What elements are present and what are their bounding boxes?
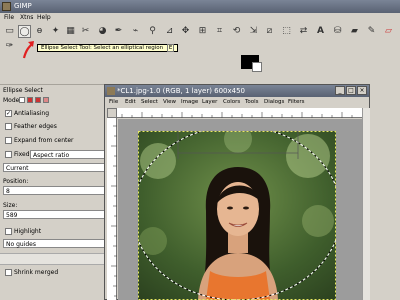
shrink-merged-label: Shrink merged [14,269,59,276]
size-input[interactable]: 589 [3,210,105,219]
free-select-icon[interactable]: ɵ [33,25,46,38]
shrink-merged-checkbox[interactable] [5,269,12,276]
toolbox-titlebar: GIMP [0,0,400,13]
image-window-icon [107,87,115,95]
menu-file[interactable]: File [4,14,14,21]
mode-subtract-icon[interactable] [35,97,41,103]
color-picker-icon[interactable]: ⌁ [129,25,142,38]
mode-replace-icon[interactable] [19,97,25,103]
minimize-button[interactable]: _ [335,86,345,95]
image-menu-layer[interactable]: Layer [202,99,217,105]
foreground-select-icon[interactable]: ◕ [96,25,109,38]
ruler-corner[interactable] [107,108,117,118]
image-menubar: File Edit Select View Image Layer Colors… [105,97,369,107]
vertical-ruler-ticks [111,125,117,297]
mode-intersect-icon[interactable] [43,97,49,103]
person-eye [227,206,233,210]
image-menu-file[interactable]: File [109,99,118,105]
fixed-value-input[interactable]: Current [3,163,105,172]
expand-from-center-label: Expand from center [14,137,74,144]
image-menu-edit[interactable]: Edit [125,99,136,105]
vertical-scrollbar[interactable] [362,108,370,300]
rotate-icon[interactable]: ⟲ [230,25,243,38]
tool-options-header: Ellipse Select [0,84,105,94]
highlight-label: Highlight [14,228,42,235]
background-color-swatch[interactable] [252,62,262,72]
person-eye [243,206,249,210]
fuzzy-select-icon[interactable]: ✦ [49,25,62,38]
bokeh-light [140,143,176,179]
position-input[interactable]: 8 [3,186,105,195]
paths-icon[interactable]: ✒ [112,25,125,38]
image-window-titlebar: *CL1.jpg-1.0 (RGB, 1 layer) 600x450 _ □ … [105,85,369,97]
ellipse-select-icon[interactable]: ◯ [18,25,31,38]
position-label: Position: [3,178,29,185]
mode-add-icon[interactable] [27,97,33,103]
rect-select-icon[interactable]: ▭ [3,25,16,38]
bucket-fill-icon[interactable]: ⛁ [331,25,344,38]
close-button[interactable]: × [357,86,367,95]
image-menu-tools[interactable]: Tools [245,99,259,105]
toolbox-title: GIMP [14,2,32,10]
feather-edges-label: Feather edges [14,123,57,130]
maximize-button[interactable]: □ [346,86,356,95]
measure-icon[interactable]: ⊿ [163,25,176,38]
menu-xtns[interactable]: Xtns [20,14,33,21]
fixed-label: Fixed: [14,151,32,158]
expand-from-center-checkbox[interactable] [5,137,12,144]
zoom-icon[interactable]: ⚲ [146,25,159,38]
text-tool-icon[interactable]: A [314,25,327,38]
feather-edges-checkbox[interactable] [5,123,12,130]
align-icon[interactable]: ⊞ [196,25,209,38]
tool-tooltip: Ellipse Select Tool: Select an elliptica… [37,44,179,52]
guides-select[interactable]: No guides [3,239,105,248]
toolbox-tools-row: ▭ ◯ ɵ ✦ ▦ ✂ ◕ ✒ ⌁ ⚲ ⊿ ✥ ⊞ ⌗ ⟲ ⇲ ⧄ ⬚ ⇄ A … [0,24,400,41]
scale-icon[interactable]: ⇲ [247,25,260,38]
antialiasing-label: Antialiasing [14,110,50,117]
pencil-icon[interactable]: ✎ [365,25,378,38]
select-by-color-icon[interactable]: ▦ [64,25,77,38]
menu-help[interactable]: Help [37,14,51,21]
image-menu-colors[interactable]: Colors [223,99,240,105]
image-menu-filters[interactable]: Filters [288,99,305,105]
options-scroll-area [0,253,105,265]
fixed-mode-select[interactable]: Aspect ratio [30,150,105,159]
tooltip-text: Ellipse Select Tool: Select an elliptica… [41,45,164,51]
image-menu-dialogs[interactable]: Dialogs [264,99,284,105]
tool-options-title: Ellipse Select [3,87,43,94]
paintbrush-icon[interactable]: ✑ [3,40,16,53]
horizontal-ruler-ticks [121,112,353,118]
red-arrow-annotation [22,41,34,59]
antialiasing-checkbox[interactable]: ✓ [5,110,12,117]
bokeh-light [302,205,334,237]
eraser-icon[interactable]: ▱ [382,25,395,38]
fixed-checkbox[interactable] [5,151,12,158]
shear-icon[interactable]: ⧄ [263,25,276,38]
size-label: Size: [3,202,18,209]
tooltip-shortcut: E [166,44,175,52]
scissors-icon[interactable]: ✂ [79,25,92,38]
image-menu-image[interactable]: Image [181,99,198,105]
vertical-ruler[interactable] [107,118,117,300]
move-icon[interactable]: ✥ [179,25,192,38]
horizontal-ruler[interactable] [117,108,364,118]
flip-icon[interactable]: ⇄ [297,25,310,38]
image-menu-view[interactable]: View [163,99,176,105]
blend-icon[interactable]: ▰ [348,25,361,38]
photo-canvas[interactable] [138,131,336,300]
image-menu-select[interactable]: Select [141,99,158,105]
crop-icon[interactable]: ⌗ [213,25,226,38]
perspective-icon[interactable]: ⬚ [280,25,293,38]
image-window-title: *CL1.jpg-1.0 (RGB, 1 layer) 600x450 [117,87,246,95]
gimp-logo-icon [2,2,11,11]
bokeh-light [286,134,330,178]
toolbox-menubar: File Xtns Help [0,13,400,23]
highlight-checkbox[interactable] [5,228,12,235]
